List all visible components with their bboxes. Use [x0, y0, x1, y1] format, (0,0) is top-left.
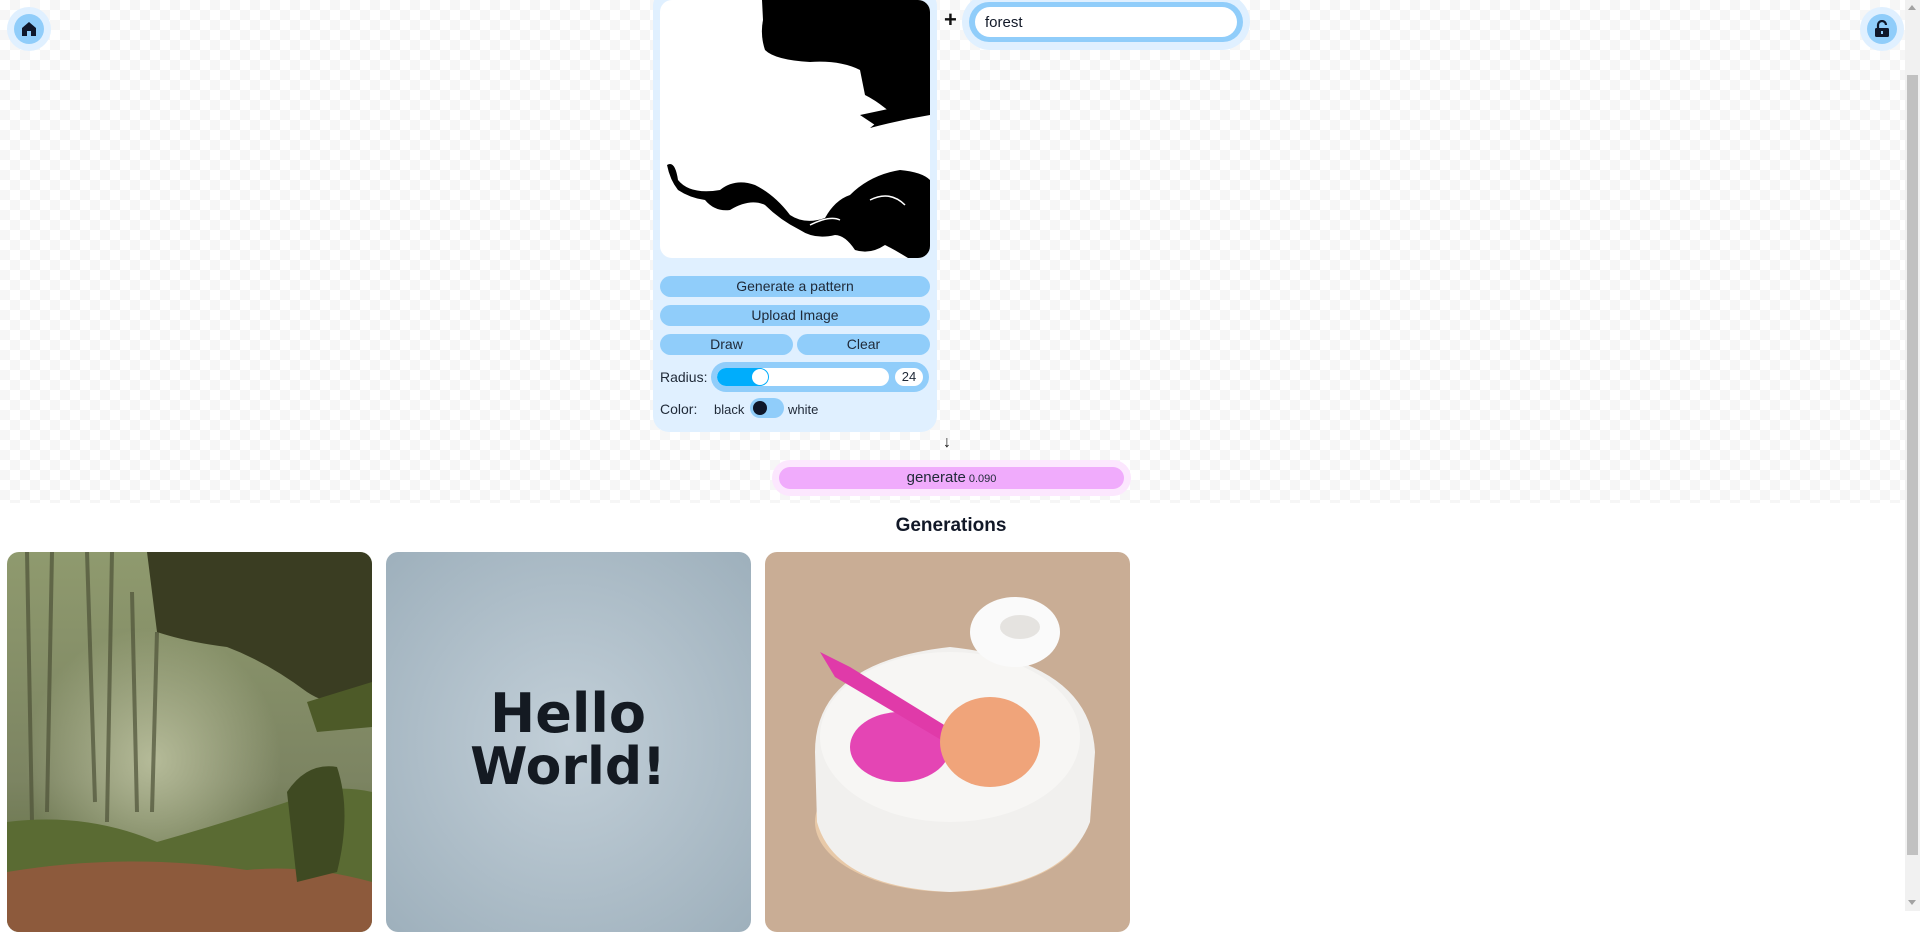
draw-button[interactable]: Draw [660, 334, 793, 355]
scrollbar-thumb[interactable] [1907, 75, 1918, 855]
home-icon [22, 22, 36, 36]
radius-slider-thumb[interactable] [750, 368, 769, 386]
radius-label: Radius: [660, 369, 708, 385]
unlock-icon [1875, 20, 1889, 37]
mask-canvas[interactable] [660, 0, 930, 258]
mask-editor-panel: Generate a pattern Upload Image Draw Cle… [653, 0, 937, 432]
scroll-up-arrow-icon[interactable] [1908, 5, 1916, 10]
radius-slider[interactable]: 24 [711, 362, 929, 392]
generation-thumbnail-cake[interactable] [765, 552, 1130, 932]
clear-button[interactable]: Clear [797, 334, 930, 355]
scroll-down-arrow-icon[interactable] [1908, 900, 1916, 905]
color-label: Color: [660, 401, 698, 417]
generate-pattern-button[interactable]: Generate a pattern [660, 276, 930, 297]
cake-image [765, 552, 1130, 932]
hello-world-image: Hello World! [386, 552, 751, 932]
forest-image [7, 552, 372, 932]
generate-container: generate 0.090 [772, 460, 1131, 496]
color-option-black: black [714, 402, 745, 417]
color-toggle[interactable] [750, 398, 784, 418]
generation-thumbnail-forest[interactable] [7, 552, 372, 932]
color-toggle-knob [753, 401, 767, 415]
prompt-input[interactable] [975, 7, 1237, 37]
add-prompt-icon[interactable]: + [944, 7, 957, 33]
generate-label: generate [906, 469, 966, 486]
generations-heading: Generations [895, 515, 1007, 536]
color-option-white: white [788, 402, 819, 417]
upload-image-button[interactable]: Upload Image [660, 305, 930, 326]
generate-cost: 0.090 [968, 473, 997, 485]
prompt-container [962, 0, 1250, 50]
radius-slider-track[interactable] [717, 368, 889, 386]
canvas-background [0, 0, 1905, 503]
generate-button[interactable]: generate 0.090 [779, 467, 1124, 489]
home-button[interactable] [7, 7, 51, 51]
radius-value: 24 [895, 368, 923, 386]
arrow-down-icon: ↓ [943, 434, 951, 451]
generation-thumbnail-hello-world[interactable]: Hello World! [386, 552, 751, 932]
vertical-scrollbar[interactable] [1905, 0, 1920, 911]
svg-text:Hello: Hello [490, 682, 646, 745]
mask-pattern-image [667, 0, 930, 258]
svg-text:World!: World! [470, 737, 666, 797]
lock-toggle-button[interactable] [1860, 7, 1904, 51]
